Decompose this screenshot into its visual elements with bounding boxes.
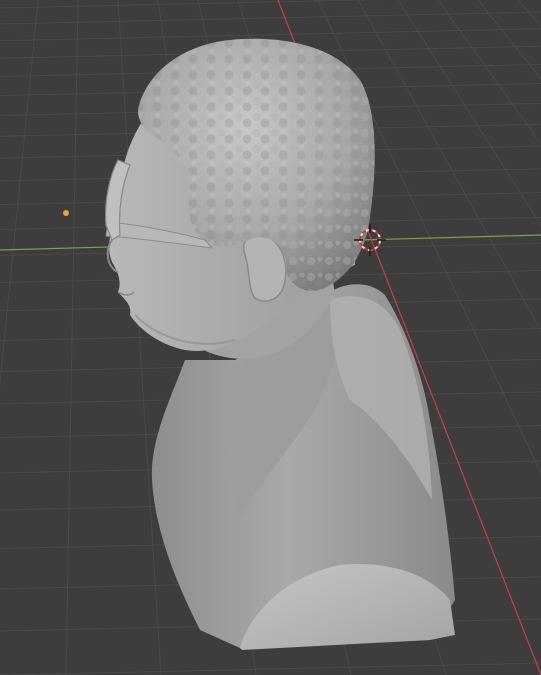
- 3d-viewport[interactable]: [0, 0, 541, 675]
- sculpted-bust-mesh[interactable]: [105, 38, 455, 650]
- light-origin-icon[interactable]: [63, 210, 69, 216]
- viewport-canvas[interactable]: [0, 0, 541, 675]
